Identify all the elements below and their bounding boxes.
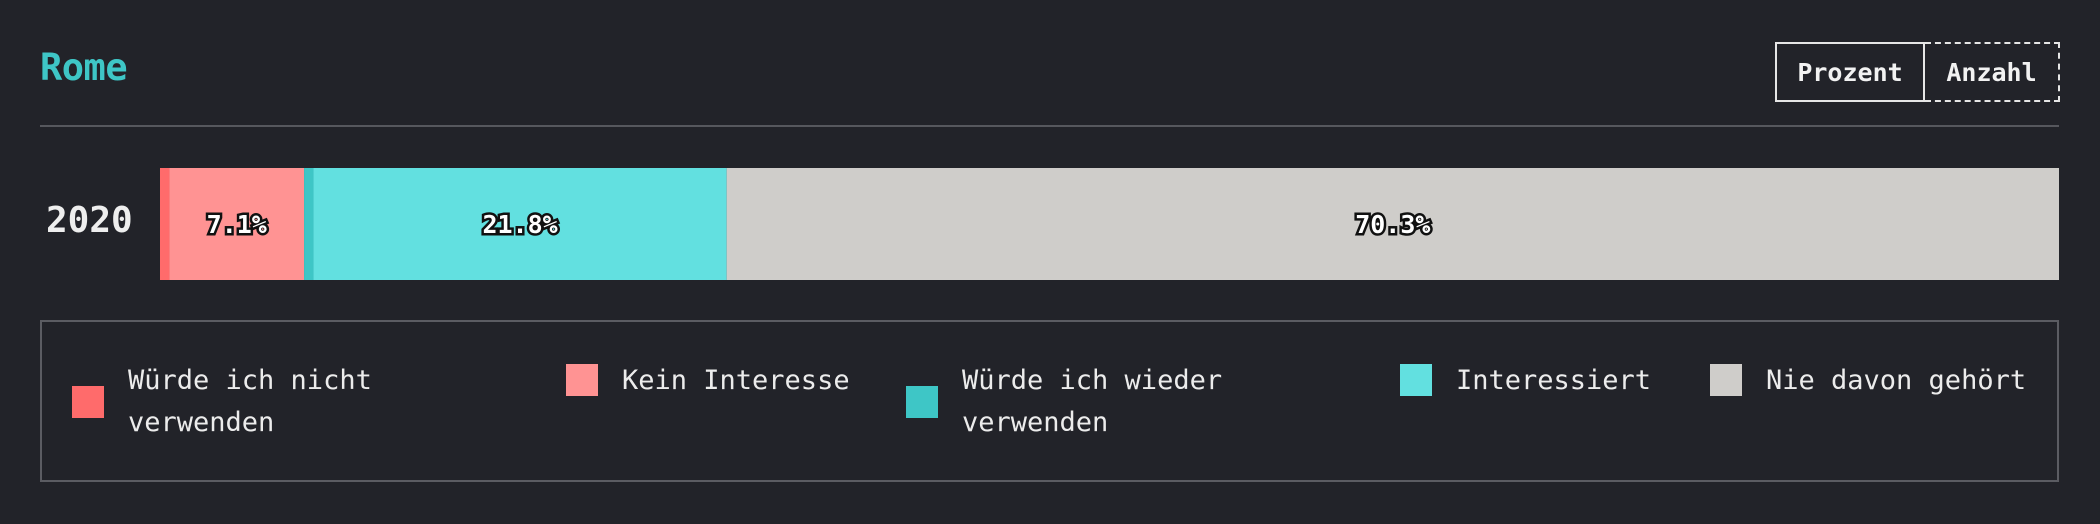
legend-label: Würde ich wieder verwenden [962,365,1223,438]
legend-swatch [1710,364,1742,396]
unit-toggle: Prozent Anzahl [1775,42,2060,102]
percent-toggle-button[interactable]: Prozent [1775,42,1925,102]
legend-swatch [906,386,938,418]
legend-item-kein-interesse: Kein Interesse [566,360,896,402]
bar-segment-2[interactable] [304,168,314,280]
legend-swatch [1400,364,1432,396]
chart-title: Rome [40,46,128,89]
legend-label: Nie davon gehört [1766,365,2027,396]
legend-item-nie-davon-gehoert: Nie davon gehört [1710,360,2050,402]
legend-label: Würde ich nicht verwenden [128,365,372,438]
bar-segment-label: 70.3% [1355,210,1430,239]
bar-segment-label: 7.1% [207,210,267,239]
legend-item-wuerde-nicht-verwenden: Würde ich nicht verwenden [72,360,472,444]
legend-label: Kein Interesse [622,365,850,396]
legend-swatch [72,386,104,418]
legend-item-wuerde-wieder-verwenden: Würde ich wieder verwenden [906,360,1306,444]
legend-swatch [566,364,598,396]
legend-label: Interessiert [1456,365,1652,396]
legend-item-interessiert: Interessiert [1400,360,1680,402]
header-divider [40,125,2059,127]
count-toggle-button[interactable]: Anzahl [1925,42,2060,102]
bar-segment-label: 21.8% [482,210,557,239]
category-label: 2020 [46,200,133,241]
stacked-bar-chart: 7.1% 21.8% 70.3% [160,168,2059,280]
legend: Würde ich nicht verwenden Kein Interesse… [40,320,2059,482]
bar-segment-0[interactable] [160,168,170,280]
